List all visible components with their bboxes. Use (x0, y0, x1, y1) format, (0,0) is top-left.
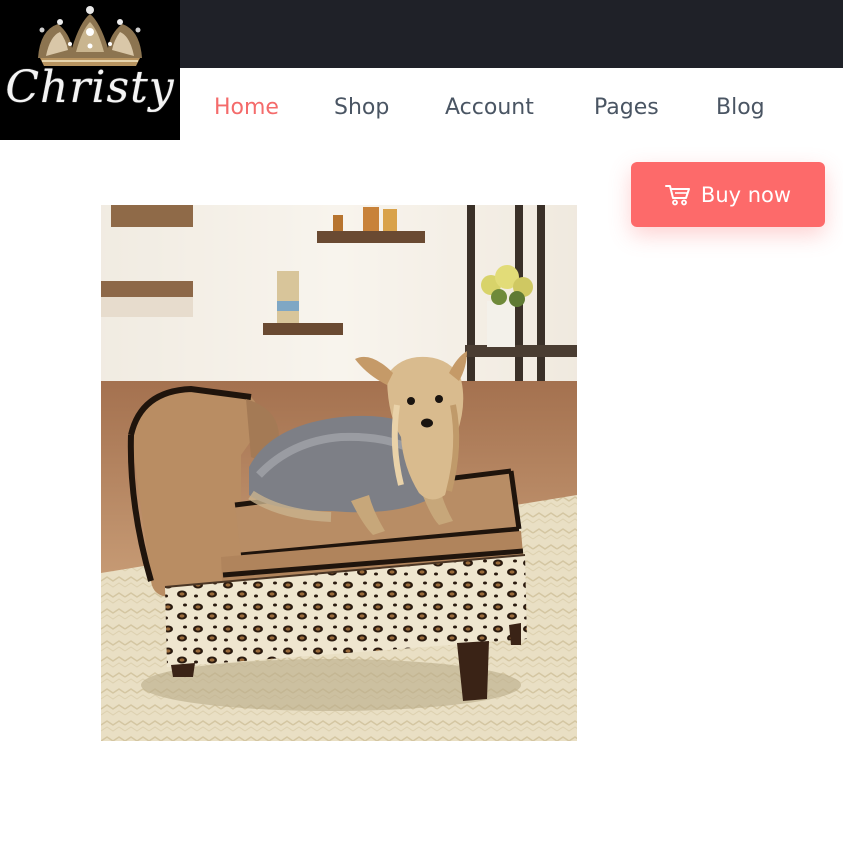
product-image[interactable] (101, 205, 577, 741)
main-nav: Home Shop Account Pages Blog (180, 68, 843, 150)
nav-item-shop[interactable]: Shop (334, 95, 389, 120)
nav-item-pages[interactable]: Pages (594, 95, 659, 120)
buy-now-button[interactable]: Buy now (631, 162, 825, 227)
product-photo (101, 205, 577, 741)
nav-item-blog[interactable]: Blog (716, 95, 765, 120)
buy-now-label: Buy now (700, 182, 792, 207)
nav-item-account[interactable]: Account (445, 95, 534, 120)
brand-logo[interactable]: Christy (0, 0, 180, 140)
cart-icon (664, 184, 690, 205)
logo-text: Christy (5, 62, 175, 113)
nav-item-home[interactable]: Home (214, 95, 279, 120)
